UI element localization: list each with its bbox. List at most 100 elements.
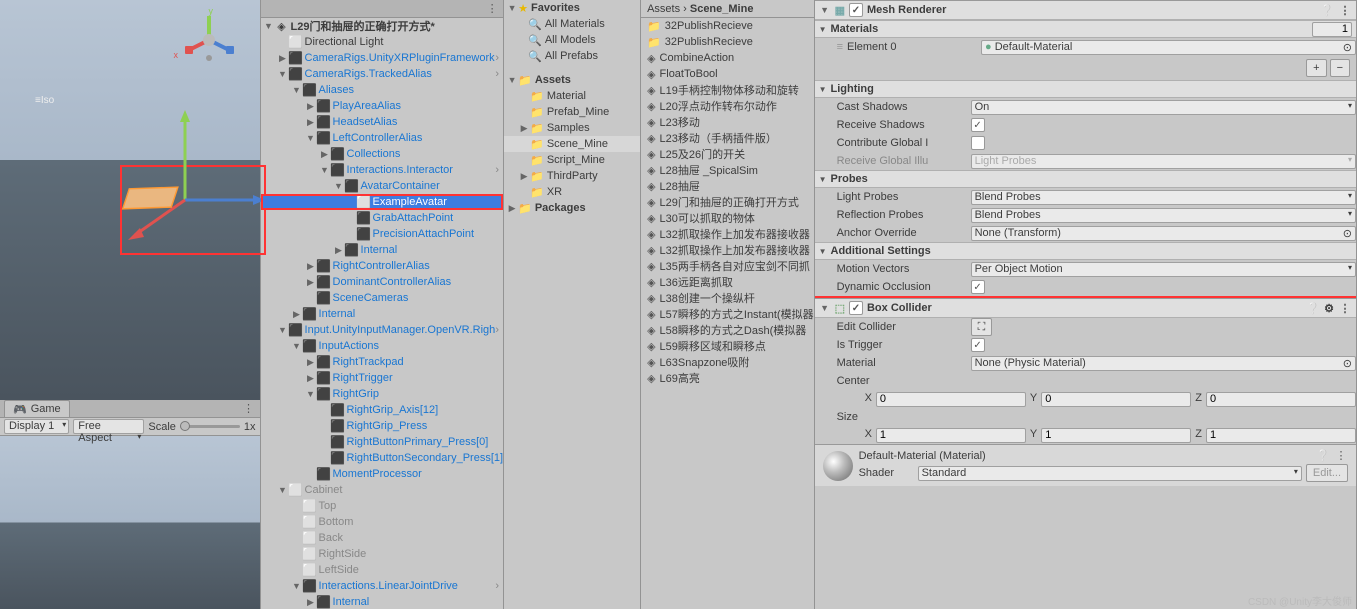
scene-asset[interactable]: ◈L19手柄控制物体移动和旋转 (641, 82, 814, 98)
game-preview[interactable] (0, 436, 260, 609)
object-picker-icon[interactable]: ⊙ (1343, 41, 1352, 54)
is-trigger-checkbox[interactable] (971, 338, 985, 352)
physic-material-field[interactable]: None (Physic Material)⊙ (971, 356, 1356, 371)
favorites-item[interactable]: 🔍 All Models (504, 32, 640, 48)
scene-view[interactable]: y x ≡Iso (0, 0, 260, 400)
hierarchy-item[interactable]: ⬛RightControllerAlias (261, 258, 504, 274)
motion-vectors-dropdown[interactable]: Per Object Motion (971, 262, 1356, 277)
hierarchy-item[interactable]: ⬛Interactions.LinearJointDrive› (261, 578, 504, 594)
scene-asset[interactable]: ◈L36远距离抓取 (641, 274, 814, 290)
scene-asset[interactable]: 📁32PublishRecieve (641, 34, 814, 50)
hierarchy-item-disabled[interactable]: ⬜Bottom (261, 514, 504, 530)
scene-asset[interactable]: ◈L69高亮 (641, 370, 814, 386)
scene-asset[interactable]: ◈L25及26门的开关 (641, 146, 814, 162)
help-icon[interactable]: ❔ (1320, 4, 1334, 17)
hierarchy-item[interactable]: ⬛RightTrigger (261, 370, 504, 386)
component-enable-checkbox[interactable] (849, 301, 863, 315)
material-preview-header[interactable]: Default-Material (Material)❔⋮ Shader Sta… (815, 444, 1356, 486)
material-field[interactable]: ● Default-Material⊙ (981, 40, 1356, 55)
size-x-input[interactable] (876, 428, 1026, 443)
center-y-input[interactable] (1041, 392, 1191, 407)
hierarchy-item[interactable]: ⬛Interactions.Interactor› (261, 162, 504, 178)
add-material-button[interactable]: + (1306, 59, 1326, 77)
scene-asset[interactable]: ◈L32抓取操作上加发布器接收器 (641, 242, 814, 258)
size-z-input[interactable] (1206, 428, 1356, 443)
probes-header[interactable]: Probes (815, 170, 1356, 188)
folder-item[interactable]: 📁 Samples (504, 120, 640, 136)
scene-asset[interactable]: ◈L29门和抽屉的正确打开方式 (641, 194, 814, 210)
hierarchy-item[interactable]: ⬛InputActions (261, 338, 504, 354)
scene-asset[interactable]: ◈L58瞬移的方式之Dash(模拟器 (641, 322, 814, 338)
hierarchy-item-disabled[interactable]: ⬜Back (261, 530, 504, 546)
hierarchy-item[interactable]: ⬛RightButtonSecondary_Press[1] (261, 450, 504, 466)
hierarchy-item[interactable]: ⬛CameraRigs.UnityXRPluginFramework› (261, 50, 504, 66)
hierarchy-item-disabled[interactable]: ⬜Top (261, 498, 504, 514)
hierarchy-item[interactable]: ⬛CameraRigs.TrackedAlias› (261, 66, 504, 82)
scene-asset[interactable]: ◈FloatToBool (641, 66, 814, 82)
scene-asset[interactable]: ◈L63Snapzone吸附 (641, 354, 814, 370)
size-y-input[interactable] (1041, 428, 1191, 443)
drag-handle-icon[interactable]: ≡ (837, 41, 843, 53)
project-assets-list[interactable]: 📁32PublishRecieve📁32PublishRecieve◈Combi… (641, 18, 814, 609)
object-picker-icon[interactable]: ⊙ (1343, 227, 1352, 240)
materials-header[interactable]: Materials (815, 20, 1356, 38)
scene-asset[interactable]: ◈L38创建一个操纵杆 (641, 290, 814, 306)
hierarchy-item[interactable]: ⬛AvatarContainer (261, 178, 504, 194)
hierarchy-item[interactable]: ⬛Aliases (261, 82, 504, 98)
game-menu-icon[interactable]: ⋮ (242, 402, 256, 415)
hierarchy-item[interactable]: ⬛Internal (261, 242, 504, 258)
edit-collider-button[interactable]: ⛶ (971, 318, 993, 336)
hierarchy-item[interactable]: ⬛MomentProcessor (261, 466, 504, 482)
folder-item[interactable]: 📁 ThirdParty (504, 168, 640, 184)
scene-asset[interactable]: ◈L23移动（手柄插件版） (641, 130, 814, 146)
breadcrumb-item[interactable]: Scene_Mine (690, 3, 754, 15)
scene-asset[interactable]: 📁32PublishRecieve (641, 18, 814, 34)
packages-header[interactable]: 📁 Packages (504, 200, 640, 216)
game-tab[interactable]: 🎮Game (4, 400, 70, 417)
folder-item[interactable]: 📁 Script_Mine (504, 152, 640, 168)
scene-asset[interactable]: ◈L20浮点动作转布尔动作 (641, 98, 814, 114)
folder-item-selected[interactable]: 📁 Scene_Mine (504, 136, 640, 152)
aspect-dropdown[interactable]: Free Aspect (73, 419, 144, 434)
hierarchy-item[interactable]: ⬜Directional Light (261, 34, 504, 50)
scale-slider[interactable] (180, 425, 240, 428)
folder-item[interactable]: 📁 Prefab_Mine (504, 104, 640, 120)
receive-shadows-checkbox[interactable] (971, 118, 985, 132)
folder-item[interactable]: 📁 XR (504, 184, 640, 200)
component-menu-icon[interactable]: ⋮ (1338, 302, 1352, 315)
hierarchy-item[interactable]: ⬛RightTrackpad (261, 354, 504, 370)
display-dropdown[interactable]: Display 1 (4, 419, 69, 434)
scene-root[interactable]: ◈L29门和抽屉的正确打开方式* (261, 18, 504, 34)
dynamic-occlusion-checkbox[interactable] (971, 280, 985, 294)
cast-shadows-dropdown[interactable]: On (971, 100, 1356, 115)
component-menu-icon[interactable]: ⋮ (1338, 4, 1352, 17)
box-collider-header[interactable]: ⬚ Box Collider ❔⚙⋮ (815, 298, 1356, 318)
favorites-header[interactable]: ★ Favorites (504, 0, 640, 16)
hierarchy-menu-icon[interactable]: ⋮ (485, 2, 499, 15)
help-icon[interactable]: ❔ (1306, 302, 1320, 315)
hierarchy-item[interactable]: ⬛PlayAreaAlias (261, 98, 504, 114)
contribute-gi-checkbox[interactable] (971, 136, 985, 150)
hierarchy-item[interactable]: ⬛LeftControllerAlias (261, 130, 504, 146)
breadcrumb-item[interactable]: Assets (647, 3, 680, 15)
scene-asset[interactable]: ◈CombineAction (641, 50, 814, 66)
hierarchy-item-disabled[interactable]: ⬜Cabinet (261, 482, 504, 498)
scene-asset[interactable]: ◈L59瞬移区域和瞬移点 (641, 338, 814, 354)
material-menu-icon[interactable]: ⋮ (1334, 449, 1348, 462)
hierarchy-item[interactable]: ⬛GrabAttachPoint (261, 210, 504, 226)
hierarchy-item[interactable]: ⬛Internal (261, 594, 504, 609)
hierarchy-item[interactable]: ⬛HeadsetAlias (261, 114, 504, 130)
favorites-item[interactable]: 🔍 All Prefabs (504, 48, 640, 64)
hierarchy-tree[interactable]: ◈L29门和抽屉的正确打开方式* ⬜Directional Light ⬛Cam… (261, 18, 504, 609)
shader-edit-button[interactable]: Edit... (1306, 464, 1348, 482)
hierarchy-item[interactable]: ⬛Collections (261, 146, 504, 162)
scene-asset[interactable]: ◈L30可以抓取的物体 (641, 210, 814, 226)
hierarchy-item[interactable]: ⬛DominantControllerAlias (261, 274, 504, 290)
anchor-override-field[interactable]: None (Transform)⊙ (971, 226, 1356, 241)
breadcrumb[interactable]: Assets › Scene_Mine (641, 0, 814, 18)
hierarchy-item[interactable]: ⬛RightGrip (261, 386, 504, 402)
center-z-input[interactable] (1206, 392, 1356, 407)
favorites-item[interactable]: 🔍 All Materials (504, 16, 640, 32)
hierarchy-item[interactable]: ⬛Input.UnityInputManager.OpenVR.Righ› (261, 322, 504, 338)
mesh-renderer-header[interactable]: ▦ Mesh Renderer ❔⋮ (815, 0, 1356, 20)
